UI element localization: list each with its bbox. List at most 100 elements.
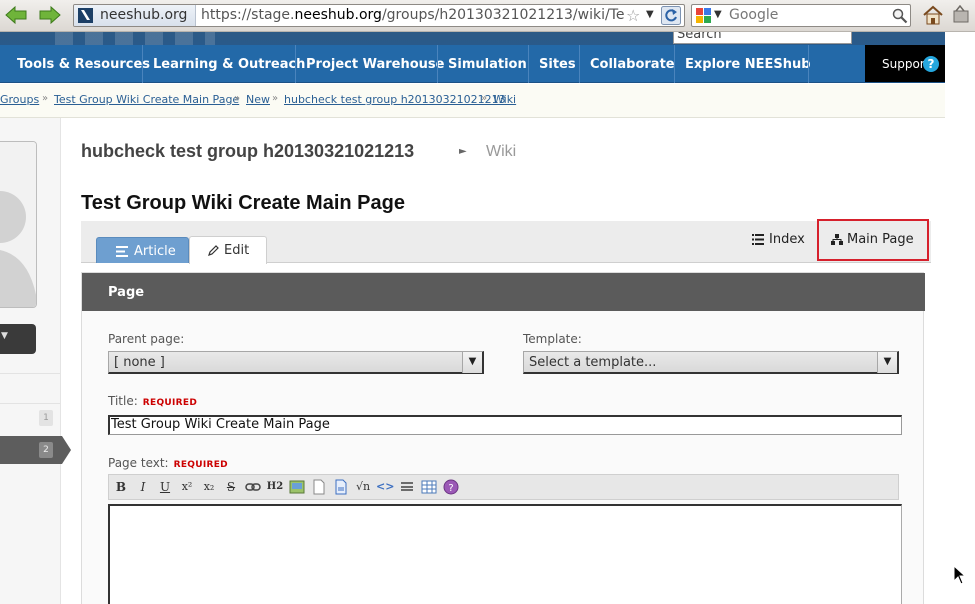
parent-page-select[interactable]: [ none ] ▼: [108, 351, 484, 374]
nav-learning-outreach[interactable]: Learning & Outreach: [153, 45, 305, 83]
page-text-label: Page text: REQUIRED: [108, 456, 228, 470]
chevron-down-icon[interactable]: ▼: [646, 9, 654, 20]
site-search-input[interactable]: Search: [673, 32, 852, 44]
title-input[interactable]: Test Group Wiki Create Main Page: [108, 415, 902, 435]
chevron-down-icon: ▼: [462, 352, 482, 373]
tab-article[interactable]: Article: [96, 237, 189, 263]
nav-explore-neeshub[interactable]: Explore NEEShub: [685, 45, 811, 83]
nav-project-warehouse[interactable]: Project Warehouse: [306, 45, 444, 83]
section-label: Wiki: [486, 143, 517, 160]
magnifier-icon[interactable]: [892, 8, 908, 24]
nav-sites[interactable]: Sites: [539, 45, 576, 83]
code-button[interactable]: <>: [376, 478, 394, 496]
header-decoration: [55, 32, 215, 45]
tab-article-label: Article: [134, 244, 176, 259]
wiki-tab-strip: Article Edit Index Main Page: [81, 219, 931, 264]
main-navigation: Tools & Resources Learning & Outreach Pr…: [0, 45, 945, 83]
required-marker: REQUIRED: [173, 460, 228, 470]
breadcrumb-separator: »: [42, 93, 49, 104]
parent-page-label: Parent page:: [108, 332, 185, 346]
nav-simulation[interactable]: Simulation: [448, 45, 527, 83]
panel-header: Page: [82, 273, 925, 311]
template-value: Select a template...: [529, 355, 657, 370]
sidebar-item-2-active[interactable]: 2: [0, 436, 72, 464]
triangle-right-icon: ►: [459, 146, 467, 157]
chevron-down-icon[interactable]: ▼: [714, 9, 722, 20]
help-icon[interactable]: ?: [442, 478, 460, 496]
strikethrough-button[interactable]: S: [222, 478, 240, 496]
nav-divider: [437, 45, 438, 83]
chevron-down-icon: ▼: [877, 352, 897, 373]
breadcrumb-separator: »: [481, 93, 488, 104]
nav-divider: [295, 45, 296, 83]
table-icon[interactable]: [420, 478, 438, 496]
url-text[interactable]: https://stage.neeshub.org/groups/h201303…: [201, 7, 626, 23]
active-item-arrow-icon: [0, 436, 71, 464]
group-title[interactable]: hubcheck test group h20130321021213: [81, 141, 414, 162]
url-bar[interactable]: neeshub.org https://stage.neeshub.org/gr…: [73, 4, 685, 27]
breadcrumb-separator: »: [234, 93, 241, 104]
italic-button[interactable]: I: [134, 478, 152, 496]
math-button[interactable]: √n: [354, 478, 372, 496]
google-icon[interactable]: [696, 8, 711, 23]
reload-icon[interactable]: [661, 6, 681, 25]
subscript-button[interactable]: x₂: [200, 478, 218, 496]
nav-divider: [579, 45, 580, 83]
back-arrow-icon[interactable]: [5, 5, 27, 25]
file-icon[interactable]: [310, 478, 328, 496]
document-icon[interactable]: [332, 478, 350, 496]
site-name: neeshub.org: [100, 7, 188, 23]
search-bar[interactable]: ▼ Google: [691, 4, 911, 27]
editor-toolbar: B I U x² x₂ S H2 √n <> ?: [108, 474, 899, 500]
help-icon: ?: [923, 56, 939, 72]
breadcrumb-separator: »: [272, 93, 279, 104]
home-icon[interactable]: [922, 4, 944, 26]
breadcrumb-link-group[interactable]: hubcheck test group h20130321021213: [284, 93, 506, 106]
group-sidebar: ▼ 1 2: [0, 118, 71, 604]
star-icon[interactable]: ☆: [626, 6, 640, 25]
breadcrumb-link-new[interactable]: New: [246, 93, 270, 106]
avatar: [0, 141, 37, 308]
nav-tools-resources[interactable]: Tools & Resources: [17, 45, 150, 83]
title-label: Title: REQUIRED: [108, 394, 198, 408]
breadcrumb-link-wiki[interactable]: Wiki: [493, 93, 516, 106]
site-identity[interactable]: neeshub.org: [74, 5, 196, 26]
tab-edit[interactable]: Edit: [189, 236, 267, 264]
breadcrumb-link-page[interactable]: Test Group Wiki Create Main Page: [54, 93, 239, 106]
sitemap-icon: [831, 234, 843, 245]
required-marker: REQUIRED: [142, 398, 198, 408]
heading-button[interactable]: H2: [266, 478, 284, 496]
breadcrumb-link-groups[interactable]: Groups: [0, 93, 39, 106]
svg-text:?: ?: [448, 483, 453, 494]
avatar-silhouette-icon: [0, 142, 36, 307]
count-badge: 1: [39, 410, 53, 426]
list-icon: [752, 234, 764, 245]
link-icon[interactable]: [244, 478, 262, 496]
nav-collaborate[interactable]: Collaborate: [590, 45, 675, 83]
page-form-panel: Page Parent page: [ none ] ▼ Template: S…: [81, 272, 925, 604]
parent-page-value: [ none ]: [114, 355, 165, 370]
site-favicon: [78, 8, 93, 23]
forward-arrow-icon[interactable]: [39, 5, 61, 25]
nav-divider: [528, 45, 529, 83]
nav-divider: [142, 45, 143, 83]
page-text-editor[interactable]: [108, 504, 902, 604]
image-icon[interactable]: [288, 478, 306, 496]
pencil-icon: [208, 245, 219, 256]
bold-button[interactable]: B: [112, 478, 130, 496]
sidebar-divider: [0, 373, 60, 374]
underline-button[interactable]: U: [156, 478, 174, 496]
mouse-cursor-icon: [953, 565, 967, 585]
template-select[interactable]: Select a template... ▼: [523, 351, 899, 374]
group-options-button[interactable]: ▼: [0, 324, 36, 354]
toolbar-extension-icon[interactable]: [951, 5, 973, 25]
tab-index-label: Index: [769, 232, 805, 247]
horizontal-rule-icon[interactable]: [398, 478, 416, 496]
search-input[interactable]: Google: [729, 7, 778, 23]
support-button[interactable]: Support ?: [865, 45, 945, 82]
tab-edit-label: Edit: [224, 243, 250, 258]
sidebar-item-1[interactable]: 1: [0, 402, 60, 438]
superscript-button[interactable]: x²: [178, 478, 196, 496]
template-label: Template:: [523, 332, 582, 346]
count-badge: 2: [39, 442, 53, 458]
